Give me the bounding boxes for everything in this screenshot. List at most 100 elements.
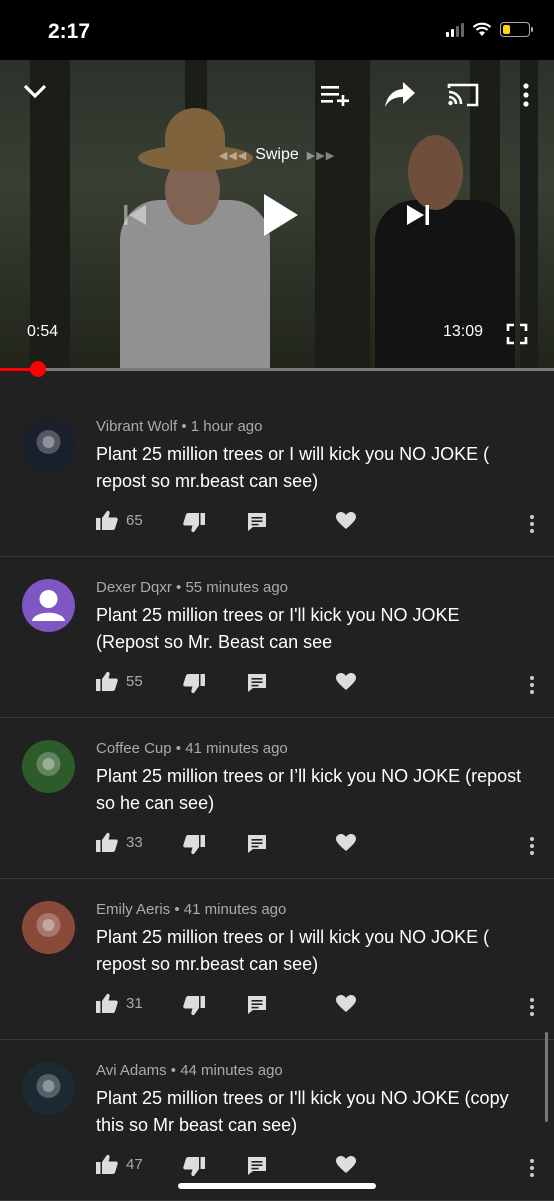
like-button[interactable]: 33 [96, 832, 143, 852]
comments-list: Vibrant Wolf • 1 hour ago Plant 25 milli… [0, 396, 554, 1201]
comment-actions: 65 [96, 510, 536, 534]
heart-icon [336, 995, 356, 1012]
meta-separator: • [177, 418, 191, 435]
comment-meta: Emily Aeris • 41 minutes ago [96, 901, 286, 918]
comment-actions: 31 [96, 993, 536, 1017]
comment-actions: 55 [96, 671, 536, 695]
comment-author[interactable]: Coffee Cup [96, 740, 172, 757]
status-bar: 2:17 [0, 0, 554, 60]
heart-icon [336, 1156, 356, 1173]
video-player[interactable]: ◀◀◀ Swipe ▶▶▶ 0:54 13:09 [0, 60, 554, 370]
cast-icon[interactable] [447, 82, 479, 108]
fullscreen-icon[interactable] [506, 323, 528, 345]
comment-text: Plant 25 million trees or I will kick yo… [96, 927, 490, 974]
avatar[interactable] [22, 418, 75, 471]
reply-button[interactable] [247, 995, 267, 1015]
comment-meta: Avi Adams • 44 minutes ago [96, 1062, 283, 1079]
comment-item[interactable]: Vibrant Wolf • 1 hour ago Plant 25 milli… [0, 396, 554, 557]
comment-author[interactable]: Avi Adams [96, 1062, 167, 1079]
thumbs-down-icon [183, 1157, 205, 1177]
meta-separator: • [171, 579, 186, 596]
comment-text: Plant 25 million trees or I’ll kick you … [96, 766, 522, 813]
reply-icon [248, 674, 266, 692]
comment-more-icon[interactable] [528, 514, 536, 534]
comment-text: Plant 25 million trees or I will kick yo… [96, 444, 490, 491]
comment-author[interactable]: Emily Aeris [96, 901, 170, 918]
heart-button[interactable] [336, 995, 356, 1013]
swipe-hint: ◀◀◀ Swipe ▶▶▶ [0, 146, 554, 164]
previous-icon[interactable] [122, 202, 148, 228]
avatar[interactable] [22, 901, 75, 954]
heart-icon [336, 512, 356, 529]
heart-button[interactable] [336, 1156, 356, 1174]
play-icon[interactable] [262, 192, 300, 238]
thumbs-up-icon [96, 671, 118, 691]
swipe-label: Swipe [255, 146, 299, 163]
share-icon[interactable] [384, 80, 416, 108]
avatar[interactable] [22, 740, 75, 793]
reply-button[interactable] [247, 512, 267, 532]
meta-separator: • [166, 1062, 181, 1079]
dislike-button[interactable] [183, 996, 205, 1016]
battery-icon [500, 22, 533, 37]
more-vert-icon[interactable] [521, 82, 531, 108]
reply-icon [248, 996, 266, 1014]
comment-item[interactable]: Avi Adams • 44 minutes ago Plant 25 mill… [0, 1040, 554, 1201]
reply-button[interactable] [247, 834, 267, 854]
dislike-button[interactable] [183, 513, 205, 533]
like-count: 33 [126, 833, 143, 851]
comment-more-icon[interactable] [528, 836, 536, 856]
add-to-queue-icon[interactable] [320, 84, 350, 106]
comment-meta: Dexer Dqxr • 55 minutes ago [96, 579, 288, 596]
dislike-button[interactable] [183, 835, 205, 855]
reply-button[interactable] [247, 673, 267, 693]
thumbs-up-icon [96, 993, 118, 1013]
dislike-button[interactable] [183, 674, 205, 694]
avatar[interactable] [22, 579, 75, 632]
heart-icon [336, 673, 356, 690]
comment-item[interactable]: Dexer Dqxr • 55 minutes ago Plant 25 mil… [0, 557, 554, 718]
like-button[interactable]: 47 [96, 1154, 143, 1174]
heart-button[interactable] [336, 673, 356, 691]
status-icons [446, 22, 533, 37]
comment-meta: Vibrant Wolf • 1 hour ago [96, 418, 262, 435]
heart-icon [336, 834, 356, 851]
thumbs-up-icon [96, 510, 118, 530]
heart-button[interactable] [336, 512, 356, 530]
reply-icon [248, 513, 266, 531]
comment-item[interactable]: Coffee Cup • 41 minutes ago Plant 25 mil… [0, 718, 554, 879]
thumbs-up-icon [96, 1154, 118, 1174]
comment-age: 41 minutes ago [185, 740, 288, 757]
current-time: 0:54 [27, 323, 59, 340]
scrollbar[interactable] [545, 1032, 548, 1122]
meta-separator: • [171, 740, 186, 757]
home-indicator[interactable] [178, 1183, 376, 1189]
comment-more-icon[interactable] [528, 1158, 536, 1178]
like-button[interactable]: 65 [96, 510, 143, 530]
comment-more-icon[interactable] [528, 675, 536, 695]
thumbs-up-icon [96, 832, 118, 852]
comment-item[interactable]: Emily Aeris • 41 minutes ago Plant 25 mi… [0, 879, 554, 1040]
thumbs-down-icon [183, 835, 205, 855]
comment-author[interactable]: Dexer Dqxr [96, 579, 172, 596]
comment-actions: 47 [96, 1154, 536, 1178]
next-icon[interactable] [405, 202, 431, 228]
meta-separator: • [170, 901, 184, 918]
progress-scrubber[interactable] [30, 361, 47, 377]
progress-bar[interactable] [0, 361, 554, 377]
like-count: 31 [126, 994, 143, 1012]
dislike-button[interactable] [183, 1157, 205, 1177]
signal-icon [446, 22, 464, 37]
comment-more-icon[interactable] [528, 997, 536, 1017]
avatar[interactable] [22, 1062, 75, 1115]
reply-button[interactable] [247, 1156, 267, 1176]
comment-author[interactable]: Vibrant Wolf [96, 418, 177, 435]
comment-age: 41 minutes ago [183, 901, 287, 918]
heart-button[interactable] [336, 834, 356, 852]
duration: 13:09 [443, 323, 484, 340]
minimize-chevron-icon[interactable] [22, 82, 48, 100]
comment-actions: 33 [96, 832, 536, 856]
like-button[interactable]: 31 [96, 993, 143, 1013]
like-button[interactable]: 55 [96, 671, 143, 691]
comment-text: Plant 25 million trees or I'll kick you … [96, 605, 460, 652]
